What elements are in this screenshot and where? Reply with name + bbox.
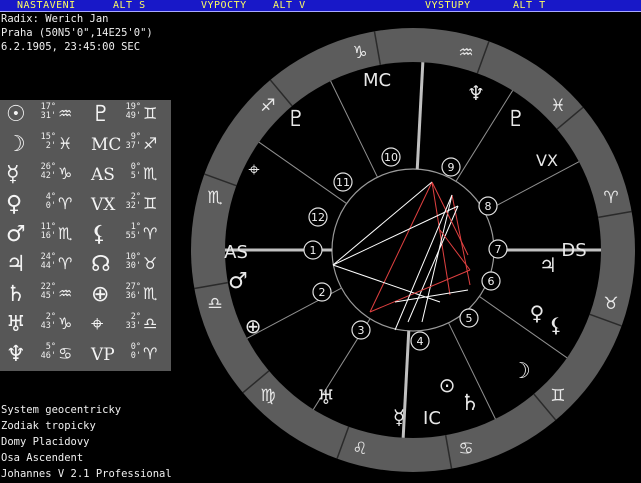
house-number: 4 xyxy=(417,335,424,348)
asc-label: AS xyxy=(224,242,248,263)
status-system: System geocentricky xyxy=(1,404,122,416)
pluto-icon: ♇ xyxy=(286,107,306,132)
zodiac-sign-icon: ♎ xyxy=(207,294,222,314)
house-number: 12 xyxy=(311,211,325,224)
moon-icon: ☽ xyxy=(511,359,531,384)
zodiac-sign-icon: ♑ xyxy=(352,43,367,63)
venus-icon: ♀ xyxy=(530,301,545,325)
status-houses: Domy Placidovy xyxy=(1,436,90,448)
mercury-icon: ☿ xyxy=(393,405,405,429)
house-number: 7 xyxy=(495,243,502,256)
saturn-icon: ♄ xyxy=(460,391,480,416)
dsc-label: DS xyxy=(561,240,586,261)
zodiac-sign-icon: ♒ xyxy=(458,43,473,63)
zodiac-sign-icon: ♏ xyxy=(207,188,222,208)
house-number: 8 xyxy=(485,200,492,213)
house-number: 5 xyxy=(466,312,473,325)
lilith-icon: ⚸ xyxy=(549,313,564,337)
house-number: 10 xyxy=(384,151,398,164)
status-zodiac: Zodiak tropicky xyxy=(1,420,96,432)
ic-label: IC xyxy=(423,408,441,429)
zodiac-sign-icon: ♋ xyxy=(458,439,473,459)
pluto-icon: ♇ xyxy=(506,107,526,132)
zodiac-sign-icon: ♊ xyxy=(550,386,565,406)
zodiac-sign-icon: ♐ xyxy=(260,96,275,116)
zodiac-sign-icon: ♌ xyxy=(352,439,367,459)
house-number: 9 xyxy=(448,161,455,174)
house-number: 6 xyxy=(488,275,495,288)
zodiac-sign-icon: ♉ xyxy=(603,294,618,314)
status-axis: Osa Ascendent xyxy=(1,452,84,464)
mc-label: MC xyxy=(363,70,391,91)
jupiter-icon: ♃ xyxy=(539,253,557,277)
zodiac-sign-icon: ♓ xyxy=(550,96,565,116)
east-point-icon: ⌖ xyxy=(248,157,259,181)
fortune-icon: ⊕ xyxy=(245,314,262,338)
uranus-icon: ♅ xyxy=(317,385,335,409)
zodiac-sign-icon: ♈ xyxy=(603,188,618,208)
zodiac-sign-icon: ♍ xyxy=(260,386,275,406)
mars-icon: ♂ xyxy=(228,269,248,294)
house-number: 2 xyxy=(319,286,326,299)
status-version: Johannes V 2.1 Professional xyxy=(1,468,172,480)
neptune-icon: ♆ xyxy=(467,81,485,105)
vertex-icon: VX xyxy=(536,151,558,170)
house-number: 1 xyxy=(310,244,317,257)
house-number: 3 xyxy=(358,324,365,337)
house-number: 11 xyxy=(336,176,350,189)
sun-icon: ⊙ xyxy=(439,373,456,397)
